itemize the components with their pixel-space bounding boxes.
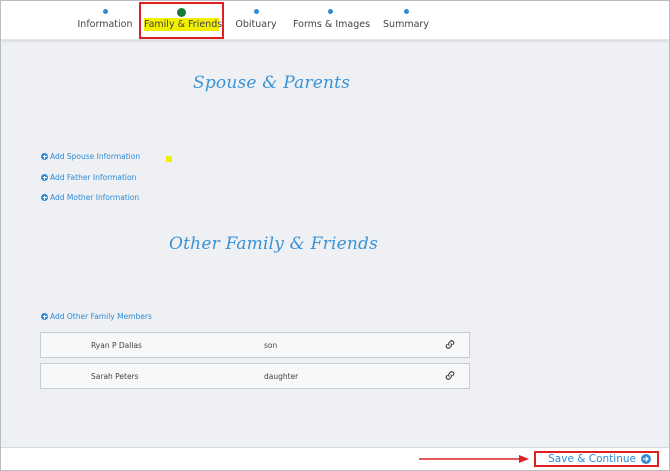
save-continue-label: Save & Continue xyxy=(548,453,636,465)
plus-circle-icon xyxy=(41,153,48,160)
highlight-marker xyxy=(166,156,172,162)
step-dot-icon xyxy=(102,9,108,14)
link-icon[interactable] xyxy=(445,339,455,350)
add-family-member-label: Add Other Family Members xyxy=(50,312,152,321)
other-family-heading: Other Family & Friends xyxy=(169,234,378,254)
member-name: Sarah Peters xyxy=(91,372,139,381)
step-label: Obituary xyxy=(235,19,277,30)
step-family-friends[interactable]: Family & Friends xyxy=(139,2,224,39)
footer-bar: Save & Continue xyxy=(1,447,669,470)
family-members-list: Ryan P Dallas son Sarah Peters daughter xyxy=(40,332,470,394)
app-frame: Information Family & Friends Obituary Fo… xyxy=(0,0,670,471)
family-member-row[interactable]: Ryan P Dallas son xyxy=(40,332,470,358)
step-forms-images[interactable]: Forms & Images xyxy=(293,1,371,39)
step-summary[interactable]: Summary xyxy=(382,1,430,39)
plus-circle-icon xyxy=(41,174,48,181)
family-member-row[interactable]: Sarah Peters daughter xyxy=(40,363,470,389)
add-mother-link[interactable]: Add Mother Information xyxy=(41,193,139,202)
step-dot-icon xyxy=(327,9,333,14)
add-family-member-link[interactable]: Add Other Family Members xyxy=(41,312,152,321)
plus-circle-icon xyxy=(41,194,48,201)
member-relation: daughter xyxy=(264,372,299,381)
member-name: Ryan P Dallas xyxy=(91,341,142,350)
spouse-parents-heading: Spouse & Parents xyxy=(193,73,351,93)
step-active-dot-icon xyxy=(177,8,186,17)
step-label: Forms & Images xyxy=(293,19,371,30)
link-icon[interactable] xyxy=(445,370,455,381)
add-father-link[interactable]: Add Father Information xyxy=(41,173,136,182)
step-label: Family & Friends xyxy=(144,18,223,31)
save-continue-button[interactable]: Save & Continue xyxy=(534,451,659,467)
step-dot-icon xyxy=(403,9,409,14)
callout-arrow-icon xyxy=(419,455,529,463)
add-spouse-label: Add Spouse Information xyxy=(50,152,141,161)
step-information[interactable]: Information xyxy=(75,1,135,39)
step-obituary[interactable]: Obituary xyxy=(232,1,280,39)
step-navigation: Information Family & Friends Obituary Fo… xyxy=(1,1,669,40)
arrow-right-circle-icon xyxy=(641,454,651,464)
step-label: Information xyxy=(77,19,133,30)
add-father-label: Add Father Information xyxy=(50,173,137,182)
member-relation: son xyxy=(264,341,278,350)
step-label: Summary xyxy=(383,19,429,30)
plus-circle-icon xyxy=(41,313,48,320)
step-dot-icon xyxy=(253,9,259,14)
add-spouse-link[interactable]: Add Spouse Information xyxy=(41,152,140,161)
add-mother-label: Add Mother Information xyxy=(50,193,140,202)
